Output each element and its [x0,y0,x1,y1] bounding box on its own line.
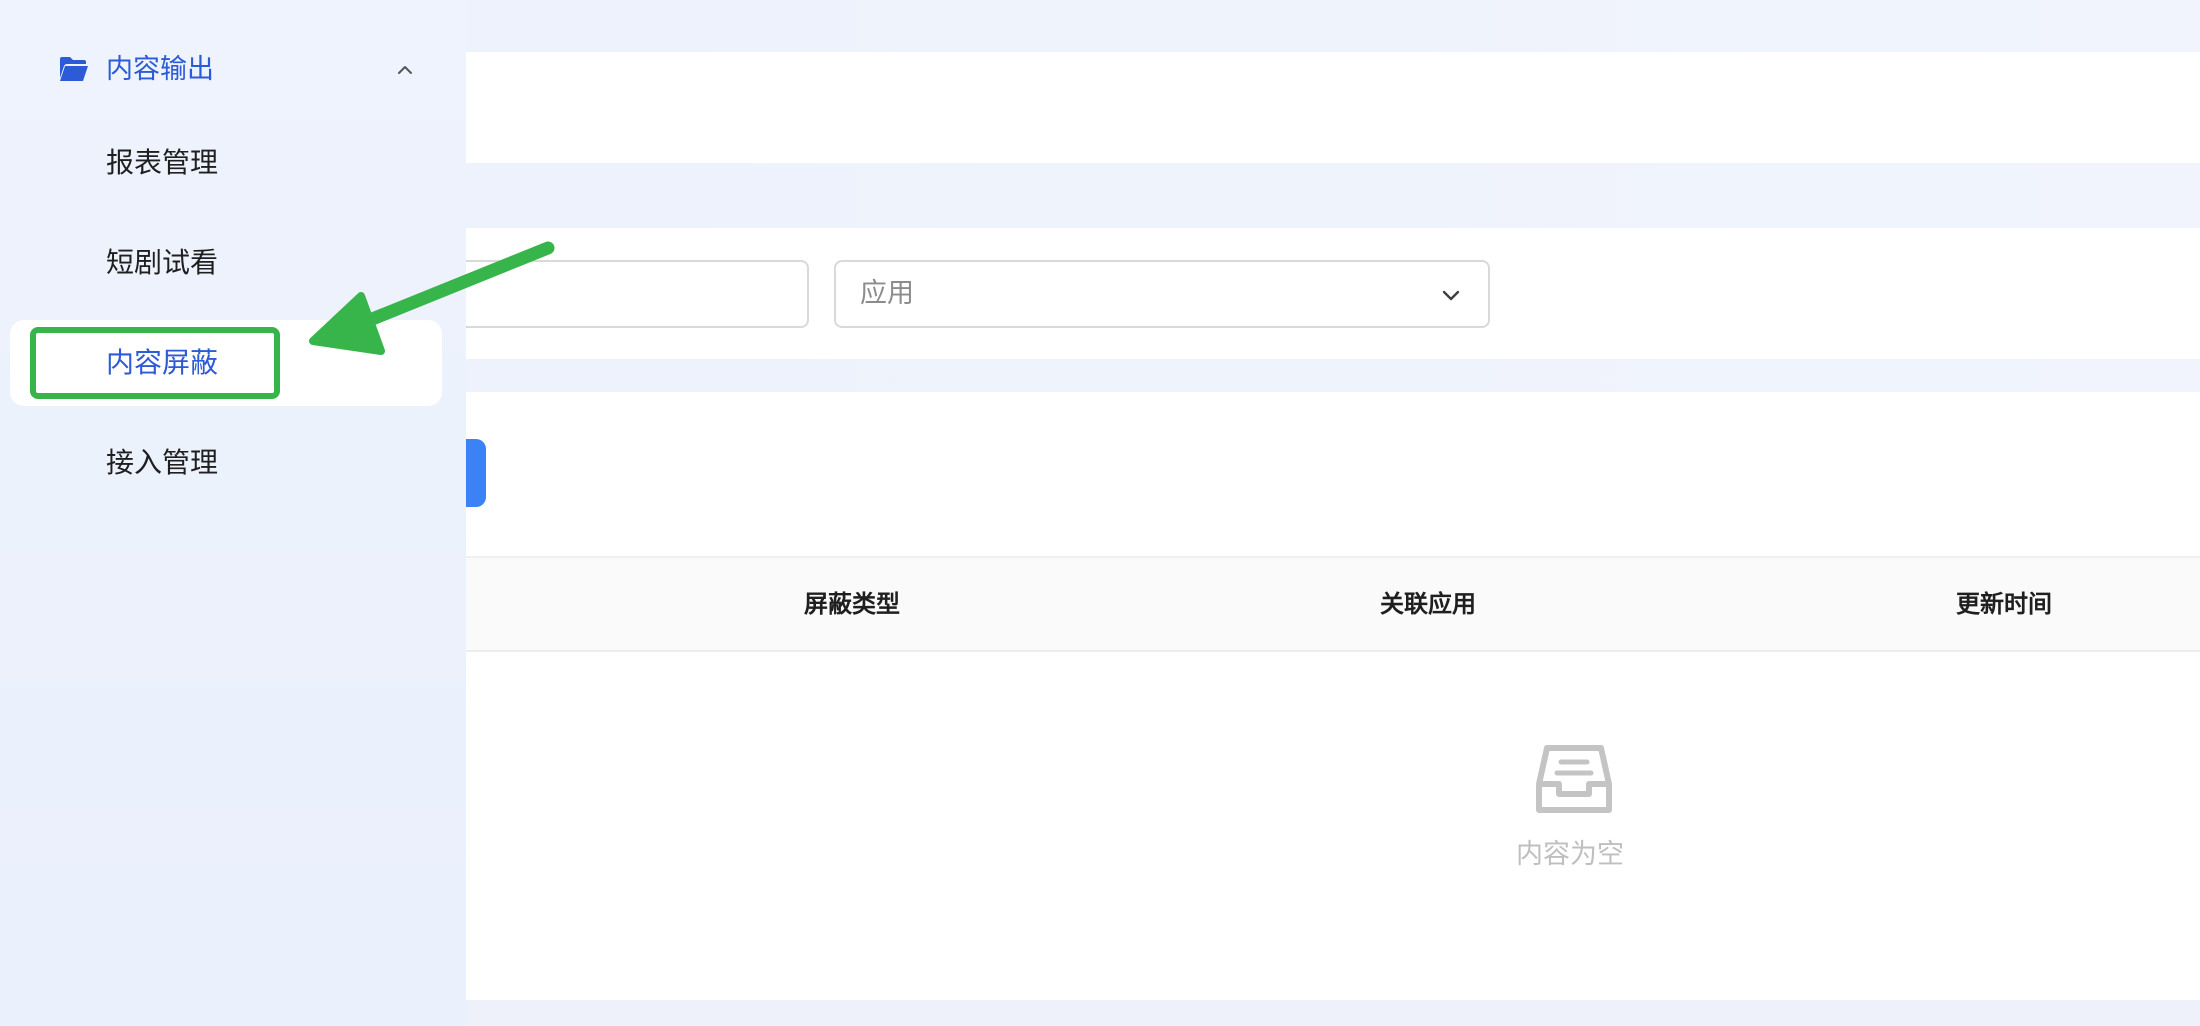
sidebar-item-label: 接入管理 [106,446,219,479]
sidebar-item-label: 短剧试看 [106,246,219,279]
empty-state: 内容为空 [1420,744,1720,894]
keyword-input[interactable] [420,260,809,328]
sidebar-item-report-management[interactable]: 报表管理 [10,120,442,206]
filter-bar: 应用 [420,228,2200,359]
app-select[interactable]: 应用 [834,260,1490,328]
column-header-linked-app[interactable]: 关联应用 [1380,558,1476,650]
app-select-placeholder: 应用 [860,278,914,309]
sidebar-item-access-management[interactable]: 接入管理 [10,420,442,506]
page-footer-strip [420,1000,2200,1026]
column-header-block-type[interactable]: 屏蔽类型 [804,558,900,650]
inbox-icon [1536,745,1612,813]
table-panel: 屏蔽类型 关联应用 更新时间 内容为空 [420,392,2200,1000]
column-header-updated-time[interactable]: 更新时间 [1956,558,2052,650]
sidebar-item-label: 报表管理 [106,146,219,179]
empty-text: 内容为空 [1516,839,1624,870]
page-header-card [420,52,2200,163]
annotation-highlight-box [30,327,280,399]
sidebar: 内容输出 报表管理 短剧试看 内容屏蔽 接入管理 [0,0,466,1026]
folder-open-icon [60,57,88,81]
table-header: 屏蔽类型 关联应用 更新时间 [420,556,2200,652]
sidebar-item-drama-preview[interactable]: 短剧试看 [10,220,442,306]
sidebar-group-content-output[interactable]: 内容输出 [0,40,466,100]
chevron-up-icon [398,66,412,74]
chevron-down-icon [1442,290,1460,301]
sidebar-group-label: 内容输出 [106,54,214,85]
